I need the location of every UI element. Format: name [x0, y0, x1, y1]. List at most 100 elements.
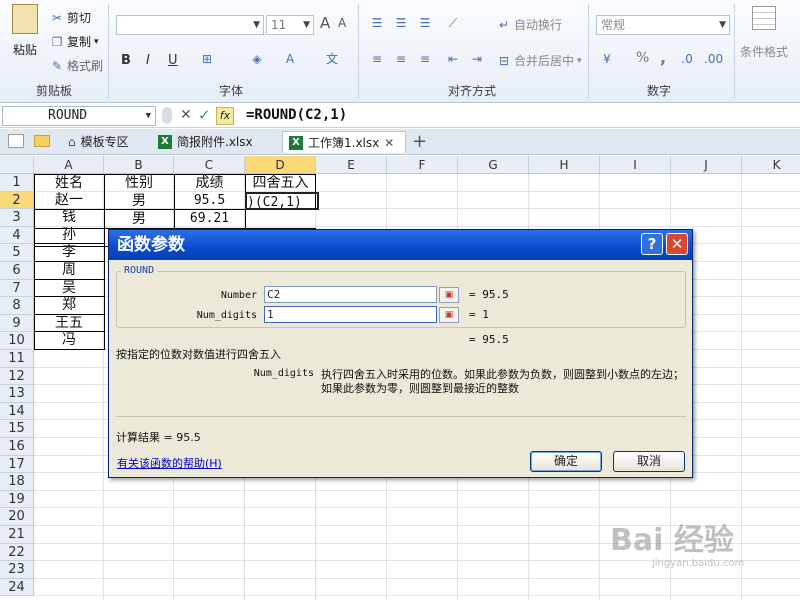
currency-button[interactable]: ¥ [600, 52, 614, 66]
increase-indent-button[interactable]: ⇥ [470, 52, 484, 66]
phonetic-button[interactable]: 文 [325, 52, 339, 66]
underline-button[interactable]: U [168, 53, 178, 68]
row-header-13[interactable]: 13 [0, 385, 34, 403]
percent-button[interactable]: % [636, 50, 649, 66]
conditional-format-button[interactable]: 条件格式 [740, 6, 788, 60]
align-middle-button[interactable]: ☰ [394, 16, 408, 30]
number-arg-input[interactable]: C2 [264, 286, 437, 303]
cell-a5[interactable]: 李 [34, 244, 104, 262]
function-help-link[interactable]: 有关该函数的帮助(H) [117, 455, 222, 471]
wrap-text-button[interactable]: ↵ 自动换行 [497, 16, 562, 33]
cell-a2[interactable]: 赵一 [34, 192, 104, 210]
cell-a6[interactable]: 周 [34, 262, 104, 280]
cell-a9[interactable]: 王五 [34, 315, 104, 333]
cell-d1[interactable]: 四舍五入 [245, 174, 316, 192]
align-left-button[interactable]: ≡ [370, 52, 384, 66]
formula-input[interactable]: =ROUND(C2,1) [246, 107, 347, 123]
cancel-entry-icon[interactable]: ✕ [180, 107, 192, 123]
new-file-icon[interactable] [8, 134, 24, 148]
column-header-e[interactable]: E [316, 156, 387, 174]
new-tab-button[interactable]: + [412, 131, 427, 152]
border-button[interactable]: ⊞ [200, 52, 214, 66]
cell-a3[interactable]: 钱 [34, 209, 104, 227]
row-header-2[interactable]: 2 [0, 191, 34, 210]
cell-c1[interactable]: 成绩 [174, 174, 245, 192]
row-header-22[interactable]: 22 [0, 543, 34, 562]
cell-d2-active[interactable]: )(C2,1) [245, 192, 319, 210]
help-button[interactable]: ? [641, 233, 663, 255]
font-size-select[interactable]: 11 ▼ [266, 15, 314, 35]
row-header-23[interactable]: 23 [0, 561, 34, 579]
decrease-indent-button[interactable]: ⇤ [446, 52, 460, 66]
font-name-select[interactable]: ▼ [116, 15, 264, 35]
ok-button[interactable]: 确定 [530, 451, 602, 472]
tab-briefing-attachment[interactable]: X 简报附件.xlsx [152, 131, 259, 153]
row-header-3[interactable]: 3 [0, 209, 34, 227]
tab-template-zone[interactable]: ⌂ 模板专区 [62, 131, 135, 153]
align-bottom-button[interactable]: ☰ [418, 16, 432, 30]
cell-c3[interactable]: 69.21 [174, 210, 245, 228]
column-header-c[interactable]: C [174, 156, 245, 174]
select-all-corner[interactable] [0, 156, 34, 174]
cell-b3[interactable]: 男 [104, 210, 174, 228]
column-header-d[interactable]: D [245, 156, 316, 174]
row-header-6[interactable]: 6 [0, 262, 34, 280]
row-header-8[interactable]: 8 [0, 297, 34, 315]
number-format-select[interactable]: 常规 ▼ [596, 15, 730, 35]
cell-a7[interactable]: 吴 [34, 280, 104, 298]
row-header-15[interactable]: 15 [0, 420, 34, 438]
merge-center-button[interactable]: ⊟ 合并后居中 ▾ [497, 52, 582, 69]
row-header-17[interactable]: 17 [0, 455, 34, 474]
row-header-11[interactable]: 11 [0, 350, 34, 368]
expand-handle[interactable] [162, 107, 172, 124]
format-painter-button[interactable]: ✎ 格式刷 [50, 57, 103, 74]
folder-icon[interactable] [34, 135, 50, 147]
column-header-h[interactable]: H [529, 156, 600, 174]
row-header-20[interactable]: 20 [0, 508, 34, 526]
cell-a1[interactable]: 姓名 [34, 174, 104, 192]
row-header-9[interactable]: 9 [0, 314, 34, 333]
column-header-i[interactable]: I [600, 156, 671, 174]
cell-a10[interactable]: 冯 [34, 332, 104, 350]
cell-a8[interactable]: 郑 [34, 297, 104, 315]
confirm-entry-icon[interactable]: ✓ [198, 106, 211, 124]
column-header-g[interactable]: G [458, 156, 529, 174]
copy-button[interactable]: ❐ 复制 ▾ [50, 33, 99, 50]
align-right-button[interactable]: ≡ [418, 52, 432, 66]
row-header-12[interactable]: 12 [0, 367, 34, 386]
column-header-j[interactable]: J [671, 156, 742, 174]
row-header-1[interactable]: 1 [0, 174, 34, 192]
paste-button[interactable]: 粘贴 [8, 4, 42, 58]
collapse-dialog-icon[interactable]: ▣ [439, 307, 459, 323]
row-header-10[interactable]: 10 [0, 332, 34, 350]
decrease-decimal-button[interactable]: .00 [704, 52, 723, 66]
cancel-button[interactable]: 取消 [613, 451, 685, 472]
num-digits-arg-input[interactable]: 1 [264, 306, 437, 323]
align-top-button[interactable]: ☰ [370, 16, 384, 30]
close-icon[interactable]: ✕ [384, 132, 394, 154]
align-center-button[interactable]: ≡ [394, 52, 408, 66]
dialog-title[interactable]: 函数参数 ? ✕ [109, 230, 692, 260]
close-button[interactable]: ✕ [666, 233, 688, 255]
row-header-18[interactable]: 18 [0, 473, 34, 491]
row-header-5[interactable]: 5 [0, 244, 34, 262]
orientation-button[interactable]: ⟋ [446, 16, 460, 30]
row-header-24[interactable]: 24 [0, 578, 34, 597]
cell-c2[interactable]: 95.5 [174, 192, 245, 210]
row-header-19[interactable]: 19 [0, 490, 34, 509]
row-header-4[interactable]: 4 [0, 226, 34, 245]
collapse-dialog-icon[interactable]: ▣ [439, 287, 459, 303]
tab-workbook1[interactable]: X 工作簿1.xlsx ✕ [282, 131, 406, 153]
bold-button[interactable]: B [121, 53, 131, 68]
insert-function-icon[interactable]: fx [216, 107, 234, 125]
column-header-a[interactable]: A [34, 156, 104, 174]
name-box[interactable]: ROUND ▼ [2, 106, 156, 126]
grow-font-button[interactable]: A [320, 14, 330, 32]
row-header-16[interactable]: 16 [0, 438, 34, 456]
comma-button[interactable]: , [660, 48, 666, 67]
fill-color-button[interactable]: ◈ [250, 52, 264, 66]
cell-b2[interactable]: 男 [104, 192, 174, 210]
column-header-b[interactable]: B [104, 156, 174, 174]
row-header-14[interactable]: 14 [0, 402, 34, 421]
column-header-k[interactable]: K [742, 156, 800, 174]
